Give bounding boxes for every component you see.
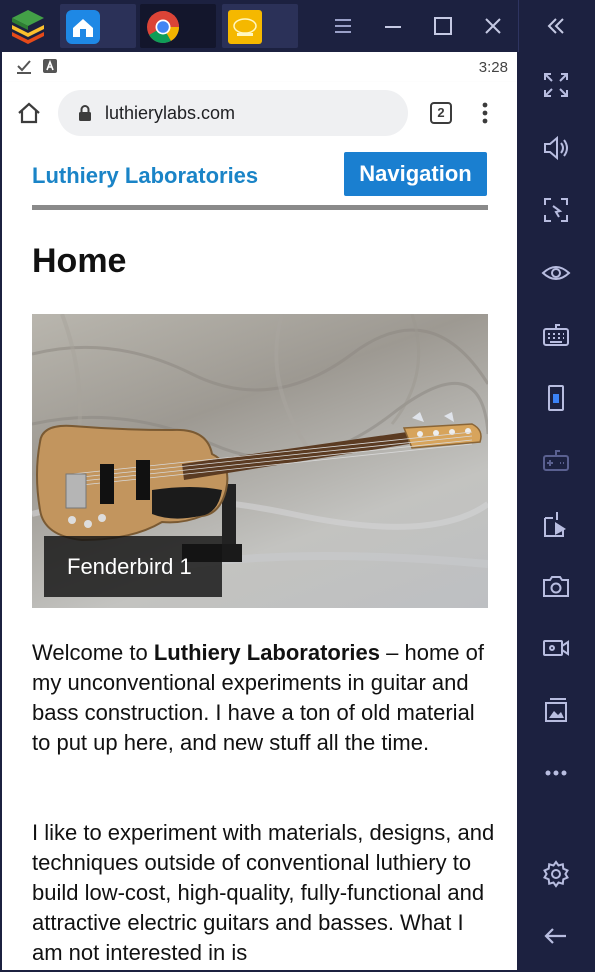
bluestacks-logo-icon[interactable] xyxy=(8,8,48,46)
intro-paragraph: Welcome to Luthiery Laboratories – home … xyxy=(32,638,497,758)
image-caption-text: Fenderbird 1 xyxy=(67,554,192,579)
record-video-icon[interactable] xyxy=(540,632,572,664)
android-status-bar: 3:28 xyxy=(2,52,517,82)
navigation-button[interactable]: Navigation xyxy=(344,152,487,196)
intro-prefix: Welcome to xyxy=(32,640,154,665)
emulator-sidebar xyxy=(518,52,595,972)
second-paragraph: I like to experiment with materials, des… xyxy=(32,820,495,965)
taskbar-seeplus-app[interactable] xyxy=(222,4,298,48)
page-title: Home xyxy=(32,242,127,280)
home-app-icon xyxy=(66,10,100,44)
topbar-divider xyxy=(518,0,519,52)
collapse-sidebar-icon[interactable] xyxy=(542,12,570,40)
close-icon[interactable] xyxy=(479,12,507,40)
home-icon[interactable] xyxy=(16,100,42,126)
more-options-icon[interactable] xyxy=(540,757,572,789)
seeplus-app-icon xyxy=(228,10,262,44)
android-screen: 3:28 luthierylabs.com 2 Luthiery Laborat… xyxy=(2,52,517,970)
minimize-icon[interactable] xyxy=(379,12,407,40)
hamburger-menu-icon[interactable] xyxy=(329,12,357,40)
screen-select-icon[interactable] xyxy=(540,194,572,226)
intro-site-name: Luthiery Laboratories xyxy=(153,640,381,665)
keyboard-icon[interactable] xyxy=(540,320,572,352)
tab-switcher-button[interactable]: 2 xyxy=(430,102,452,124)
chrome-toolbar: luthierylabs.com 2 xyxy=(2,82,517,144)
rotate-device-icon[interactable] xyxy=(540,382,572,414)
status-time: 3:28 xyxy=(478,59,508,76)
image-caption: Fenderbird 1 xyxy=(44,536,222,597)
taskbar-home-app[interactable] xyxy=(60,4,136,48)
back-arrow-icon[interactable] xyxy=(540,920,572,952)
featured-image[interactable]: Fenderbird 1 xyxy=(32,314,488,608)
header-divider xyxy=(32,205,488,210)
overflow-menu-icon[interactable] xyxy=(476,100,494,126)
settings-gear-icon[interactable] xyxy=(540,858,572,890)
web-page-content: Luthiery Laboratories Navigation Home Fe… xyxy=(2,144,517,970)
emulator-top-bar xyxy=(0,0,595,52)
download-complete-icon xyxy=(16,58,32,74)
install-apk-icon[interactable] xyxy=(540,508,572,540)
gamepad-icon[interactable] xyxy=(540,445,572,477)
lock-icon xyxy=(78,104,92,122)
site-title-link[interactable]: Luthiery Laboratories xyxy=(32,163,258,189)
address-bar[interactable]: luthierylabs.com xyxy=(58,90,408,136)
fullscreen-icon[interactable] xyxy=(540,69,572,101)
volume-icon[interactable] xyxy=(540,132,572,164)
camera-icon[interactable] xyxy=(540,570,572,602)
eye-icon[interactable] xyxy=(540,257,572,289)
maximize-icon[interactable] xyxy=(429,12,457,40)
notification-a-icon xyxy=(42,58,58,74)
url-text: luthierylabs.com xyxy=(105,103,236,123)
taskbar-chrome[interactable] xyxy=(140,4,216,48)
media-manager-icon[interactable] xyxy=(540,694,572,726)
chrome-icon xyxy=(146,10,180,44)
